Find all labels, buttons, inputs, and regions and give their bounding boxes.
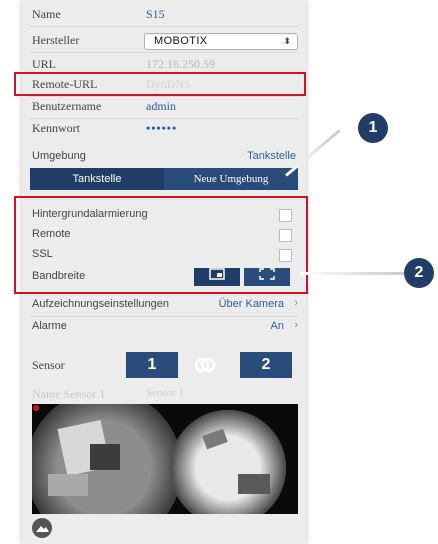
- name-field[interactable]: S15: [146, 7, 165, 22]
- sensor-name-field[interactable]: Sensor 1: [146, 387, 184, 399]
- ssl-label: SSL: [32, 248, 53, 260]
- environment-row[interactable]: Umgebung Tankstelle: [22, 146, 306, 168]
- callout-2-line: [300, 272, 408, 275]
- recording-settings-row[interactable]: Aufzeichnungseinstellungen Über Kamera ›: [22, 294, 306, 316]
- select-arrows-icon: ⬍: [283, 36, 291, 46]
- divider: [30, 26, 298, 27]
- sensor-name-label: Name Sensor 1: [32, 387, 106, 401]
- password-row[interactable]: Kennwort ••••••: [22, 118, 306, 140]
- environment-segmented-control[interactable]: Tankstelle Neue Umgebung: [30, 168, 298, 190]
- name-label: Name: [32, 7, 61, 21]
- alarms-row[interactable]: Alarme An ›: [22, 316, 306, 338]
- alarms-label: Alarme: [32, 320, 67, 332]
- full-size-icon: [259, 268, 275, 280]
- sensor-2-button[interactable]: 2: [240, 352, 292, 378]
- recording-settings-label: Aufzeichnungseinstellungen: [32, 298, 169, 310]
- chevron-right-icon: ›: [294, 297, 298, 309]
- remote-url-label: Remote-URL: [32, 77, 98, 91]
- environment-label: Umgebung: [32, 150, 86, 162]
- manufacturer-row[interactable]: Hersteller MOBOTIX ⬍: [22, 30, 306, 52]
- callout-1-badge: 1: [358, 113, 388, 143]
- manufacturer-selected: MOBOTIX: [154, 35, 208, 47]
- remote-url-field[interactable]: DynDNS: [146, 77, 191, 92]
- sensor-row: Sensor 1 2: [22, 352, 306, 378]
- url-label: URL: [32, 57, 56, 71]
- segment-new-environment[interactable]: Neue Umgebung: [164, 168, 298, 190]
- link-rings-icon[interactable]: [194, 356, 216, 379]
- remote-checkbox[interactable]: [279, 229, 292, 242]
- sensor-name-row[interactable]: Name Sensor 1 Sensor 1: [22, 384, 306, 406]
- bandwidth-label: Bandbreite: [32, 270, 86, 282]
- alarms-value: An: [270, 320, 284, 332]
- mountain-icon[interactable]: [32, 518, 52, 538]
- environment-value[interactable]: Tankstelle: [247, 150, 296, 162]
- remote-row[interactable]: Remote: [22, 224, 306, 246]
- username-row[interactable]: Benutzername admin: [22, 96, 306, 118]
- username-field[interactable]: admin: [146, 99, 176, 114]
- sensor-label: Sensor: [32, 358, 65, 372]
- background-arming-checkbox[interactable]: [279, 209, 292, 222]
- bandwidth-low-button[interactable]: [194, 268, 240, 286]
- bandwidth-row[interactable]: Bandbreite: [22, 266, 306, 288]
- ssl-checkbox[interactable]: [279, 249, 292, 262]
- name-row[interactable]: Name S15: [22, 4, 306, 26]
- background-arming-row[interactable]: Hintergrundalarmierung: [22, 204, 306, 226]
- background-arming-label: Hintergrundalarmierung: [32, 208, 148, 220]
- camera-settings-panel: Name S15 Hersteller MOBOTIX ⬍ URL 172.16…: [22, 0, 306, 544]
- sensor-1-button[interactable]: 1: [126, 352, 178, 378]
- password-label: Kennwort: [32, 121, 80, 135]
- ssl-row[interactable]: SSL: [22, 244, 306, 266]
- reduce-size-icon: [209, 268, 225, 280]
- url-row[interactable]: URL 172.16.250.59: [22, 54, 306, 76]
- bandwidth-high-button[interactable]: [244, 268, 290, 286]
- manufacturer-select[interactable]: MOBOTIX ⬍: [144, 33, 298, 50]
- manufacturer-label: Hersteller: [32, 33, 80, 47]
- remote-label: Remote: [32, 228, 71, 240]
- chevron-right-icon: ›: [294, 319, 298, 331]
- divider: [30, 52, 298, 53]
- callout-2-badge: 2: [404, 258, 434, 288]
- recording-settings-value: Über Kamera: [218, 298, 284, 310]
- remote-url-row[interactable]: Remote-URL DynDNS: [22, 74, 306, 96]
- username-label: Benutzername: [32, 99, 102, 113]
- password-field[interactable]: ••••••: [146, 121, 177, 136]
- segment-tankstelle[interactable]: Tankstelle: [30, 168, 164, 190]
- url-field[interactable]: 172.16.250.59: [146, 57, 215, 72]
- camera-preview-image: [32, 404, 298, 514]
